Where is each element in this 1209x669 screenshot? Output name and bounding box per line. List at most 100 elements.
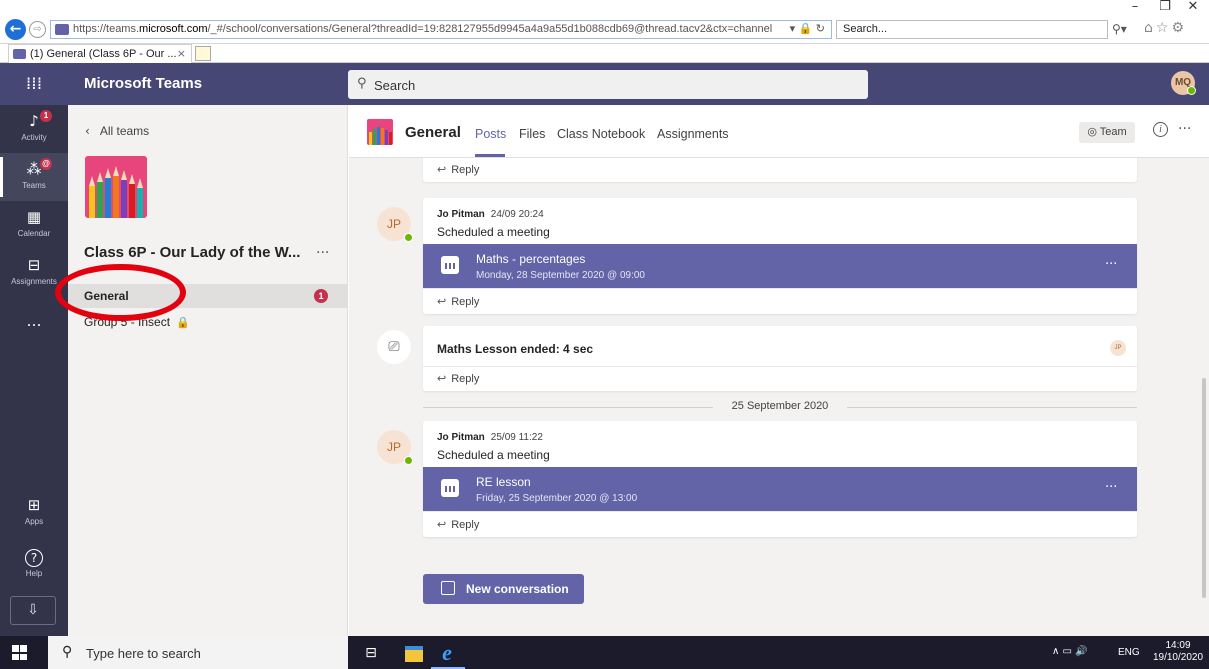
internet-explorer-icon[interactable]: e xyxy=(438,642,456,664)
divider xyxy=(423,366,1137,367)
browser-toolbar: – ❐ ✕ ← ⇨ https://teams.microsoft.com/_#… xyxy=(0,0,1209,44)
app-name: Microsoft Teams xyxy=(84,75,203,92)
pencils-image xyxy=(85,156,147,218)
team-avatar xyxy=(85,156,147,218)
channel-header: General Posts Files Class Notebook Assig… xyxy=(349,105,1209,158)
meeting-more-icon[interactable]: ··· xyxy=(1105,257,1117,272)
minimize-icon[interactable]: – xyxy=(1120,0,1150,14)
task-view-icon[interactable]: ⊟ xyxy=(362,644,380,662)
app-rail: ♪ Activity 1 ⁂ Teams @ ▦ Calendar ⊟ Assi… xyxy=(0,105,68,636)
team-name: Class 6P - Our Lady of the W... xyxy=(84,244,301,261)
meeting-card[interactable]: Maths - percentages Monday, 28 September… xyxy=(423,244,1137,288)
divider xyxy=(423,288,1137,289)
video-camera-icon: ⎚ xyxy=(377,330,411,364)
forward-arrow-icon[interactable]: ⇨ xyxy=(29,21,46,38)
info-icon[interactable]: i xyxy=(1153,122,1168,137)
message-text: Scheduled a meeting xyxy=(437,448,550,462)
conversation-area: ↩ Reply JP Jo Pitman 24/09 20:24 Scheduled… xyxy=(349,158,1209,636)
rail-calendar[interactable]: ▦ Calendar xyxy=(0,201,68,249)
message-meta: Jo Pitman 24/09 20:24 xyxy=(437,209,544,220)
new-tab-button[interactable] xyxy=(195,46,211,61)
close-tab-icon[interactable]: × xyxy=(177,47,186,60)
windows-taskbar: ⚲ Type here to search ⊟ e ∧ ▭ 🔊 ENG 14:0… xyxy=(0,636,1209,669)
annotation-circle xyxy=(55,264,186,321)
message-text: Scheduled a meeting xyxy=(437,225,550,239)
all-teams-link[interactable]: ‹ All teams xyxy=(85,124,149,138)
app-launcher-icon[interactable]: ⁞⁞⁞ xyxy=(23,73,45,95)
address-actions-icon[interactable]: ▾ 🔒 ↻ xyxy=(790,22,825,35)
message-card: Jo Pitman 25/09 11:22 Scheduled a meeting… xyxy=(423,421,1137,537)
browser-tab[interactable]: (1) General (Class 6P - Our ... × xyxy=(8,44,192,63)
meeting-title: Maths - percentages xyxy=(476,252,586,266)
tab-class-notebook[interactable]: Class Notebook xyxy=(557,127,645,141)
new-conversation-button[interactable]: New conversation xyxy=(423,574,584,604)
search-icon: ⚲ xyxy=(357,76,367,91)
home-favorites-settings-icon[interactable]: ⌂☆⚙ xyxy=(1144,20,1187,36)
meeting-ended-text: Maths Lesson ended: 4 sec xyxy=(437,342,594,356)
calendar-icon xyxy=(441,479,459,497)
team-panel: ‹ All teams Class 6P - Our Lady of the W.… xyxy=(68,105,348,636)
meeting-time: Monday, 28 September 2020 @ 09:00 xyxy=(476,270,645,281)
meeting-ended-card: Maths Lesson ended: 4 sec JP ↩ Reply xyxy=(423,326,1137,391)
download-app-icon[interactable]: ⇩ xyxy=(10,596,56,625)
pencils-small-image xyxy=(367,119,393,145)
presence-available-icon xyxy=(1187,86,1196,95)
rail-teams[interactable]: ⁂ Teams @ xyxy=(0,153,68,201)
tab-strip: (1) General (Class 6P - Our ... × xyxy=(0,44,1209,63)
date-separator: 25 September 2020 xyxy=(423,400,1137,414)
file-explorer-icon[interactable] xyxy=(405,646,423,662)
rail-apps[interactable]: ⊞ Apps xyxy=(0,489,68,537)
reply-arrow-icon: ↩ xyxy=(437,163,447,176)
restore-icon[interactable]: ❐ xyxy=(1150,0,1180,14)
more-icon: … xyxy=(26,312,42,330)
close-window-icon[interactable]: ✕ xyxy=(1178,0,1208,14)
channel-title: General xyxy=(405,124,461,141)
teams-favicon-icon xyxy=(13,49,26,59)
system-tray-icons[interactable]: ∧ ▭ 🔊 xyxy=(1052,646,1088,657)
compose-icon xyxy=(441,581,455,595)
browser-search-icon[interactable]: ⚲▾ xyxy=(1112,22,1127,36)
presence-available-icon xyxy=(404,456,413,465)
tab-assignments[interactable]: Assignments xyxy=(657,127,729,141)
meeting-more-icon[interactable]: ··· xyxy=(1105,480,1117,495)
lock-icon: 🔒 xyxy=(176,316,190,329)
reply-arrow-icon: ↩ xyxy=(437,372,447,385)
meeting-title: RE lesson xyxy=(476,475,531,489)
address-bar[interactable]: https://teams.microsoft.com/_#/school/co… xyxy=(50,20,832,39)
rail-more[interactable]: … xyxy=(0,305,68,353)
rail-help[interactable]: ? Help xyxy=(0,543,68,591)
teams-favicon-icon xyxy=(55,24,69,35)
meeting-time: Friday, 25 September 2020 @ 13:00 xyxy=(476,493,638,504)
calendar-icon: ▦ xyxy=(26,208,42,226)
clock[interactable]: 14:09 19/10/2020 xyxy=(1150,640,1206,664)
reply-button[interactable]: ↩ Reply xyxy=(437,163,479,176)
reply-button[interactable]: ↩ Reply xyxy=(437,518,479,531)
browser-search-input[interactable]: Search... xyxy=(836,20,1108,39)
back-arrow-icon[interactable]: ← xyxy=(5,19,26,40)
team-button[interactable]: ◎ Team xyxy=(1079,122,1135,143)
reply-button[interactable]: ↩ Reply xyxy=(437,295,479,308)
search-icon: ⚲ xyxy=(62,644,73,660)
rail-activity[interactable]: ♪ Activity 1 xyxy=(0,105,68,153)
participant-avatar[interactable]: JP xyxy=(1110,340,1126,356)
channel-unread-badge: 1 xyxy=(314,289,328,303)
screen: – ❐ ✕ ← ⇨ https://teams.microsoft.com/_#… xyxy=(0,0,1209,669)
divider xyxy=(423,511,1137,512)
language-indicator[interactable]: ENG xyxy=(1118,647,1140,658)
message-meta: Jo Pitman 25/09 11:22 xyxy=(437,432,543,443)
team-more-options-icon[interactable]: ··· xyxy=(316,245,329,261)
channel-avatar xyxy=(367,119,393,145)
channel-more-icon[interactable]: ··· xyxy=(1178,121,1191,137)
teams-search-input[interactable]: ⚲ Search xyxy=(348,70,868,99)
tab-posts[interactable]: Posts xyxy=(475,127,506,141)
scrollbar-thumb[interactable] xyxy=(1202,378,1206,598)
windows-start-icon[interactable] xyxy=(12,645,27,660)
reply-arrow-icon: ↩ xyxy=(437,518,447,531)
assignments-icon: ⊟ xyxy=(27,256,41,274)
activity-badge: 1 xyxy=(40,110,52,122)
tab-files[interactable]: Files xyxy=(519,127,545,141)
message-card: ↩ Reply xyxy=(423,158,1137,182)
reply-button[interactable]: ↩ Reply xyxy=(437,372,479,385)
taskbar-search-input[interactable]: ⚲ Type here to search xyxy=(48,636,348,669)
meeting-card[interactable]: RE lesson Friday, 25 September 2020 @ 13… xyxy=(423,467,1137,511)
